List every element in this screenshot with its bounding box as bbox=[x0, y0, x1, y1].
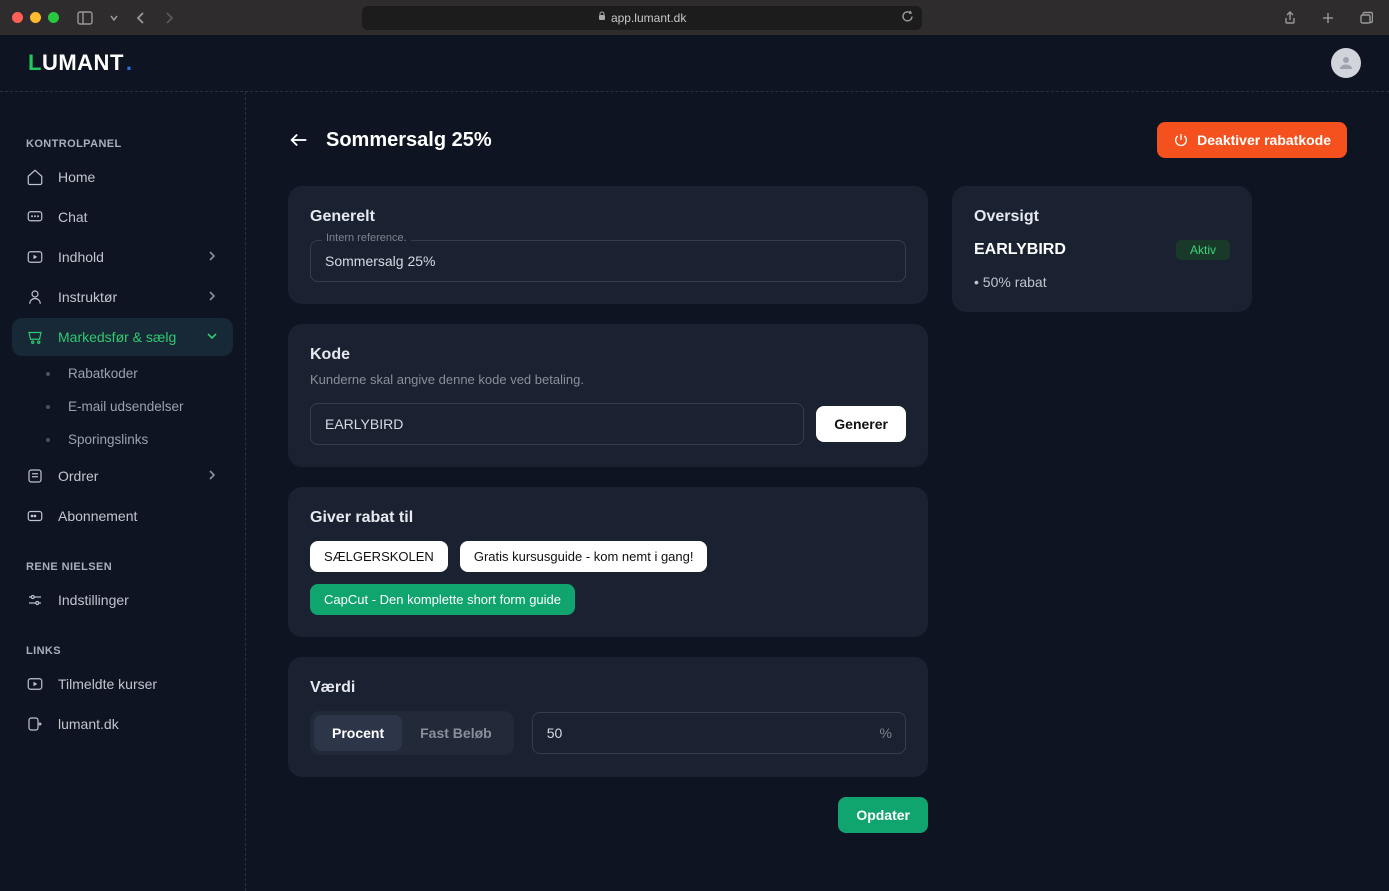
sidebar: KONTROLPANEL Home Chat Indhold Instruktø… bbox=[0, 92, 246, 891]
sidebar-item-label: Abonnement bbox=[58, 508, 137, 524]
sidebar-item-label: E-mail udsendelser bbox=[68, 399, 184, 414]
card-generelt: Generelt Intern reference. bbox=[288, 186, 928, 304]
card-title: Kode bbox=[310, 346, 906, 364]
sidebar-item-label: Indhold bbox=[58, 249, 104, 265]
chevron-down-icon[interactable] bbox=[105, 11, 123, 25]
card-kode: Kode Kunderne skal angive denne kode ved… bbox=[288, 324, 928, 467]
field-label: Intern reference. bbox=[322, 232, 411, 244]
tag-item[interactable]: SÆLGERSKOLEN bbox=[310, 541, 448, 572]
reload-icon[interactable] bbox=[901, 10, 914, 26]
segment-procent[interactable]: Procent bbox=[314, 715, 402, 751]
play-box-icon bbox=[26, 248, 44, 266]
code-input[interactable] bbox=[310, 403, 804, 445]
sidebar-item-lumant[interactable]: lumant.dk bbox=[12, 705, 233, 743]
value-input[interactable] bbox=[532, 712, 906, 754]
card-subtitle: Kunderne skal angive denne kode ved beta… bbox=[310, 372, 906, 387]
url-text: app.lumant.dk bbox=[611, 11, 686, 25]
sidebar-item-label: Home bbox=[58, 169, 95, 185]
sidebar-item-rabatkoder[interactable]: Rabatkoder bbox=[32, 358, 233, 389]
sidebar-item-label: Rabatkoder bbox=[68, 366, 138, 381]
card-title: Værdi bbox=[310, 679, 906, 697]
sidebar-item-markedsfor[interactable]: Markedsfør & sælg bbox=[12, 318, 233, 356]
sidebar-heading-user: RENE NIELSEN bbox=[12, 553, 233, 581]
close-window-icon[interactable] bbox=[12, 12, 23, 23]
sidebar-heading-links: LINKS bbox=[12, 637, 233, 665]
tabs-icon[interactable] bbox=[1355, 9, 1377, 27]
sidebar-item-label: Instruktør bbox=[58, 289, 117, 305]
sidebar-item-label: Markedsfør & sælg bbox=[58, 329, 176, 345]
logo[interactable]: LUMANT. bbox=[28, 50, 133, 76]
generate-button[interactable]: Generer bbox=[816, 406, 906, 442]
lock-icon bbox=[597, 11, 607, 24]
minimize-window-icon[interactable] bbox=[30, 12, 41, 23]
bullet-icon bbox=[46, 405, 50, 409]
browser-chrome: app.lumant.dk bbox=[0, 0, 1389, 35]
sidebar-item-indstillinger[interactable]: Indstillinger bbox=[12, 581, 233, 619]
update-button[interactable]: Opdater bbox=[838, 797, 928, 833]
card-title: Generelt bbox=[310, 208, 906, 226]
sidebar-item-label: Chat bbox=[58, 209, 88, 225]
chevron-down-icon bbox=[205, 329, 219, 346]
sidebar-item-email[interactable]: E-mail udsendelser bbox=[32, 391, 233, 422]
cart-icon bbox=[26, 328, 44, 346]
external-link-icon bbox=[26, 715, 44, 733]
chevron-right-icon bbox=[205, 249, 219, 266]
home-icon bbox=[26, 168, 44, 186]
card-title: Giver rabat til bbox=[310, 509, 906, 527]
sidebar-item-indhold[interactable]: Indhold bbox=[12, 238, 233, 276]
segment-fast[interactable]: Fast Beløb bbox=[402, 715, 510, 751]
sidebar-item-label: Sporingslinks bbox=[68, 432, 148, 447]
sidebar-item-label: Tilmeldte kurser bbox=[58, 676, 157, 692]
sidebar-item-chat[interactable]: Chat bbox=[12, 198, 233, 236]
settings-icon bbox=[26, 591, 44, 609]
chevron-right-icon bbox=[205, 468, 219, 485]
sidebar-item-label: lumant.dk bbox=[58, 716, 119, 732]
new-tab-icon[interactable] bbox=[1317, 9, 1339, 27]
value-type-segment: Procent Fast Beløb bbox=[310, 711, 514, 755]
tag-item[interactable]: Gratis kursusguide - kom nemt i gang! bbox=[460, 541, 708, 572]
card-oversigt: Oversigt EARLYBIRD Aktiv • 50% rabat bbox=[952, 186, 1252, 312]
maximize-window-icon[interactable] bbox=[48, 12, 59, 23]
sidebar-heading-kontrolpanel: KONTROLPANEL bbox=[12, 130, 233, 158]
sidebar-toggle-icon[interactable] bbox=[73, 9, 97, 27]
page-title: Sommersalg 25% bbox=[326, 129, 492, 152]
value-suffix: % bbox=[880, 725, 892, 741]
play-box-icon bbox=[26, 675, 44, 693]
sidebar-item-tilmeldte[interactable]: Tilmeldte kurser bbox=[12, 665, 233, 703]
tag-item[interactable]: CapCut - Den komplette short form guide bbox=[310, 584, 575, 615]
status-badge: Aktiv bbox=[1176, 240, 1230, 260]
sidebar-item-label: Ordrer bbox=[58, 468, 98, 484]
sidebar-item-instruktor[interactable]: Instruktør bbox=[12, 278, 233, 316]
sidebar-item-abonnement[interactable]: Abonnement bbox=[12, 497, 233, 535]
bullet-icon bbox=[46, 372, 50, 376]
card-title: Oversigt bbox=[974, 208, 1230, 226]
back-button[interactable] bbox=[288, 129, 310, 151]
back-nav-icon[interactable] bbox=[131, 9, 151, 27]
sidebar-item-home[interactable]: Home bbox=[12, 158, 233, 196]
share-icon[interactable] bbox=[1279, 9, 1301, 27]
overview-code: EARLYBIRD bbox=[974, 241, 1066, 259]
receipt-icon bbox=[26, 467, 44, 485]
sidebar-item-sporing[interactable]: Sporingslinks bbox=[32, 424, 233, 455]
chevron-right-icon bbox=[205, 289, 219, 306]
bullet-icon bbox=[46, 438, 50, 442]
sidebar-item-label: Indstillinger bbox=[58, 592, 129, 608]
traffic-lights[interactable] bbox=[12, 12, 59, 23]
chat-icon bbox=[26, 208, 44, 226]
avatar[interactable] bbox=[1331, 48, 1361, 78]
overview-line: • 50% rabat bbox=[974, 274, 1230, 290]
forward-nav-icon[interactable] bbox=[159, 9, 179, 27]
card-vaerdi: Værdi Procent Fast Beløb % bbox=[288, 657, 928, 777]
power-icon bbox=[1173, 132, 1189, 148]
card-icon bbox=[26, 507, 44, 525]
person-icon bbox=[26, 288, 44, 306]
main-content: Sommersalg 25% Deaktiver rabatkode Gener… bbox=[246, 92, 1389, 891]
deactivate-button[interactable]: Deaktiver rabatkode bbox=[1157, 122, 1347, 158]
sidebar-item-ordrer[interactable]: Ordrer bbox=[12, 457, 233, 495]
url-bar[interactable]: app.lumant.dk bbox=[362, 6, 922, 30]
app-header: LUMANT. bbox=[0, 35, 1389, 92]
intern-reference-input[interactable] bbox=[310, 240, 906, 282]
card-rabat-til: Giver rabat til SÆLGERSKOLEN Gratis kurs… bbox=[288, 487, 928, 637]
